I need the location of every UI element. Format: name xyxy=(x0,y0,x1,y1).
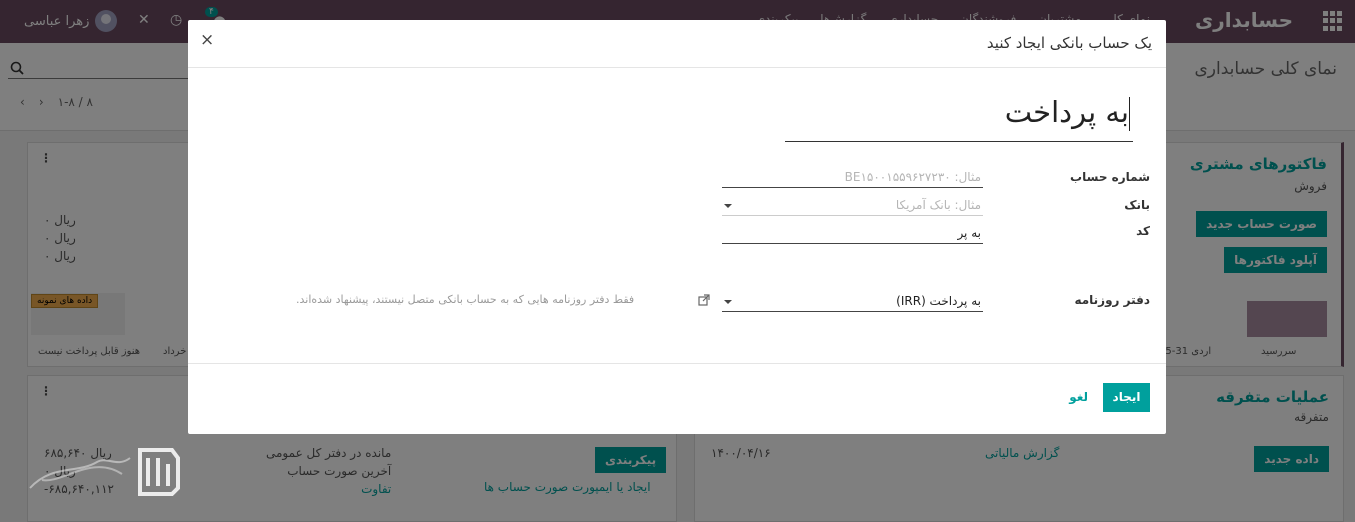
journal-help-text: فقط دفتر روزنامه هایی که به حساب بانکی م… xyxy=(296,293,635,306)
chevron-down-icon xyxy=(724,300,732,304)
create-button[interactable]: ایجاد xyxy=(1103,383,1150,412)
bank-select[interactable]: مثال: بانک آمریکا xyxy=(722,196,983,216)
code-label: کد xyxy=(1136,224,1150,238)
account-number-label: شماره حساب xyxy=(1070,170,1150,184)
bank-label: بانک xyxy=(1124,198,1150,212)
journal-label: دفتر روزنامه xyxy=(1074,293,1150,307)
account-number-input[interactable]: مثال: BE۱۵۰۰۱۵۵۹۶۲۷۲۳۰ xyxy=(722,168,983,188)
bank-placeholder: مثال: بانک آمریکا xyxy=(895,198,981,212)
journal-value: به پرداخت (IRR) xyxy=(896,294,981,308)
create-bank-account-dialog: یک حساب بانکی ایجاد کنید × به پرداخت شما… xyxy=(188,20,1166,434)
modal-title: یک حساب بانکی ایجاد کنید xyxy=(986,34,1152,52)
code-value: به پر xyxy=(957,226,981,240)
modal-header: یک حساب بانکی ایجاد کنید × xyxy=(188,20,1166,68)
external-link-icon[interactable] xyxy=(698,294,710,306)
chevron-down-icon xyxy=(724,204,732,208)
watermark-logo xyxy=(29,448,180,496)
code-input[interactable]: به پر xyxy=(722,224,983,244)
journal-select[interactable]: به پرداخت (IRR) xyxy=(722,292,983,312)
account-number-placeholder: مثال: BE۱۵۰۰۱۵۵۹۶۲۷۲۳۰ xyxy=(844,170,981,184)
text-cursor xyxy=(1129,97,1130,131)
bank-account-name-input[interactable]: به پرداخت xyxy=(785,95,1133,142)
close-icon[interactable]: × xyxy=(200,30,214,50)
cancel-button[interactable]: لغو xyxy=(1069,390,1088,404)
modal-footer: ایجاد لغو xyxy=(188,363,1166,434)
bank-account-name-value: به پرداخت xyxy=(1004,95,1129,129)
